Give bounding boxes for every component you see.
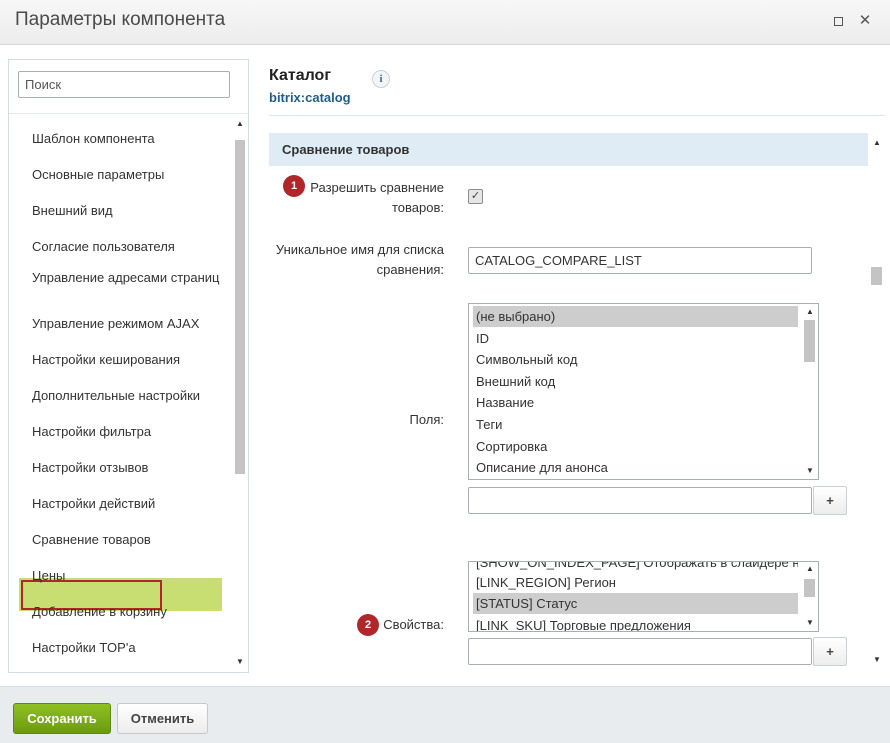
dialog-titlebar: Параметры компонента ✕	[0, 0, 890, 45]
list-option[interactable]: Название	[473, 392, 798, 413]
sidebar-item-reviews[interactable]: Настройки отзывов	[32, 460, 222, 475]
list-option[interactable]: Внешний код	[473, 371, 798, 392]
allow-compare-label: Разрешить сравнение товаров:	[310, 180, 444, 215]
dialog-title: Параметры компонента	[15, 9, 226, 30]
close-icon[interactable]: ✕	[857, 13, 873, 29]
list-option[interactable]: [STATUS] Статус	[473, 593, 798, 614]
sidebar-scrollbar-thumb[interactable]	[235, 140, 245, 474]
fields-scroll-up-icon[interactable]: ▲	[804, 306, 816, 318]
header-divider	[269, 115, 885, 116]
maximize-icon[interactable]	[830, 13, 846, 29]
properties-extra-input[interactable]	[468, 638, 812, 665]
list-option[interactable]: ID	[473, 328, 798, 349]
sidebar-item-main-params[interactable]: Основные параметры	[32, 167, 222, 182]
unique-name-label: Уникальное имя для списка сравнения:	[275, 242, 444, 277]
sidebar-item-caching[interactable]: Настройки кеширования	[32, 352, 222, 367]
sidebar-item-appearance[interactable]: Внешний вид	[32, 203, 222, 218]
properties-scroll-up-icon[interactable]: ▲	[804, 563, 816, 575]
unique-name-input[interactable]	[468, 247, 812, 274]
section-title: Сравнение товаров	[282, 142, 410, 157]
fields-scroll-down-icon[interactable]: ▼	[804, 465, 816, 477]
fields-scrollbar-thumb[interactable]	[804, 320, 815, 362]
properties-scroll-down-icon[interactable]: ▼	[804, 617, 816, 629]
sidebar-scroll-down-icon[interactable]: ▼	[234, 656, 246, 668]
save-button[interactable]: Сохранить	[13, 703, 111, 734]
fields-add-button[interactable]: +	[813, 486, 847, 515]
list-option[interactable]: Символьный код	[473, 349, 798, 370]
sidebar-menu: Шаблон компонента Основные параметры Вне…	[9, 116, 234, 672]
sidebar-item-top[interactable]: Настройки TOP'а	[32, 640, 222, 655]
list-option[interactable]: (не выбрано)	[473, 306, 798, 327]
list-option[interactable]: [LINK_REGION] Регион	[473, 572, 798, 593]
sidebar-scroll-up-icon[interactable]: ▲	[234, 118, 246, 130]
search-input[interactable]	[18, 71, 230, 98]
sidebar-item-add-to-cart[interactable]: Добавление в корзину	[32, 604, 222, 619]
info-icon[interactable]: i	[372, 70, 390, 88]
sidebar: Шаблон компонента Основные параметры Вне…	[8, 59, 249, 673]
component-title: Каталог	[269, 67, 331, 84]
properties-scrollbar-thumb[interactable]	[804, 579, 815, 597]
list-option[interactable]: Сортировка	[473, 436, 798, 457]
properties-add-button[interactable]: +	[813, 637, 847, 666]
list-option[interactable]: Теги	[473, 414, 798, 435]
properties-label: Свойства:	[383, 617, 444, 632]
sidebar-item-compare[interactable]: Сравнение товаров	[32, 532, 222, 547]
fields-extra-input[interactable]	[468, 487, 812, 514]
component-code: bitrix:catalog	[269, 90, 351, 105]
properties-listbox[interactable]: [SHOW_ON_INDEX_PAGE] Отображать в слайде…	[468, 561, 819, 632]
panel-scroll-up-icon[interactable]: ▲	[871, 137, 883, 149]
fields-listbox[interactable]: (не выбрано) ID Символьный код Внешний к…	[468, 303, 819, 480]
list-option[interactable]: Описание для анонса	[473, 457, 798, 478]
allow-compare-checkbox[interactable]: ✓	[468, 189, 483, 204]
list-option[interactable]: [LINK_SKU] Торговые предложения	[473, 615, 798, 631]
sidebar-item-additional[interactable]: Дополнительные настройки	[32, 388, 222, 403]
sidebar-item-template[interactable]: Шаблон компонента	[32, 131, 222, 146]
sidebar-item-url-management[interactable]: Управление адресами страниц	[32, 270, 222, 285]
panel-scroll-down-icon[interactable]: ▼	[871, 654, 883, 666]
fields-label: Поля:	[409, 412, 444, 427]
cancel-button[interactable]: Отменить	[117, 703, 208, 734]
sidebar-item-ajax-mode[interactable]: Управление режимом AJAX	[32, 316, 222, 331]
sidebar-item-user-consent[interactable]: Согласие пользователя	[32, 239, 222, 254]
dialog-footer: Сохранить Отменить	[0, 686, 890, 743]
section-header: Сравнение товаров	[269, 133, 868, 166]
sidebar-item-prices[interactable]: Цены	[32, 568, 222, 583]
sidebar-divider	[9, 113, 248, 114]
sidebar-item-filter[interactable]: Настройки фильтра	[32, 424, 222, 439]
sidebar-item-actions[interactable]: Настройки действий	[32, 496, 222, 511]
panel-scrollbar-thumb[interactable]	[871, 267, 882, 285]
